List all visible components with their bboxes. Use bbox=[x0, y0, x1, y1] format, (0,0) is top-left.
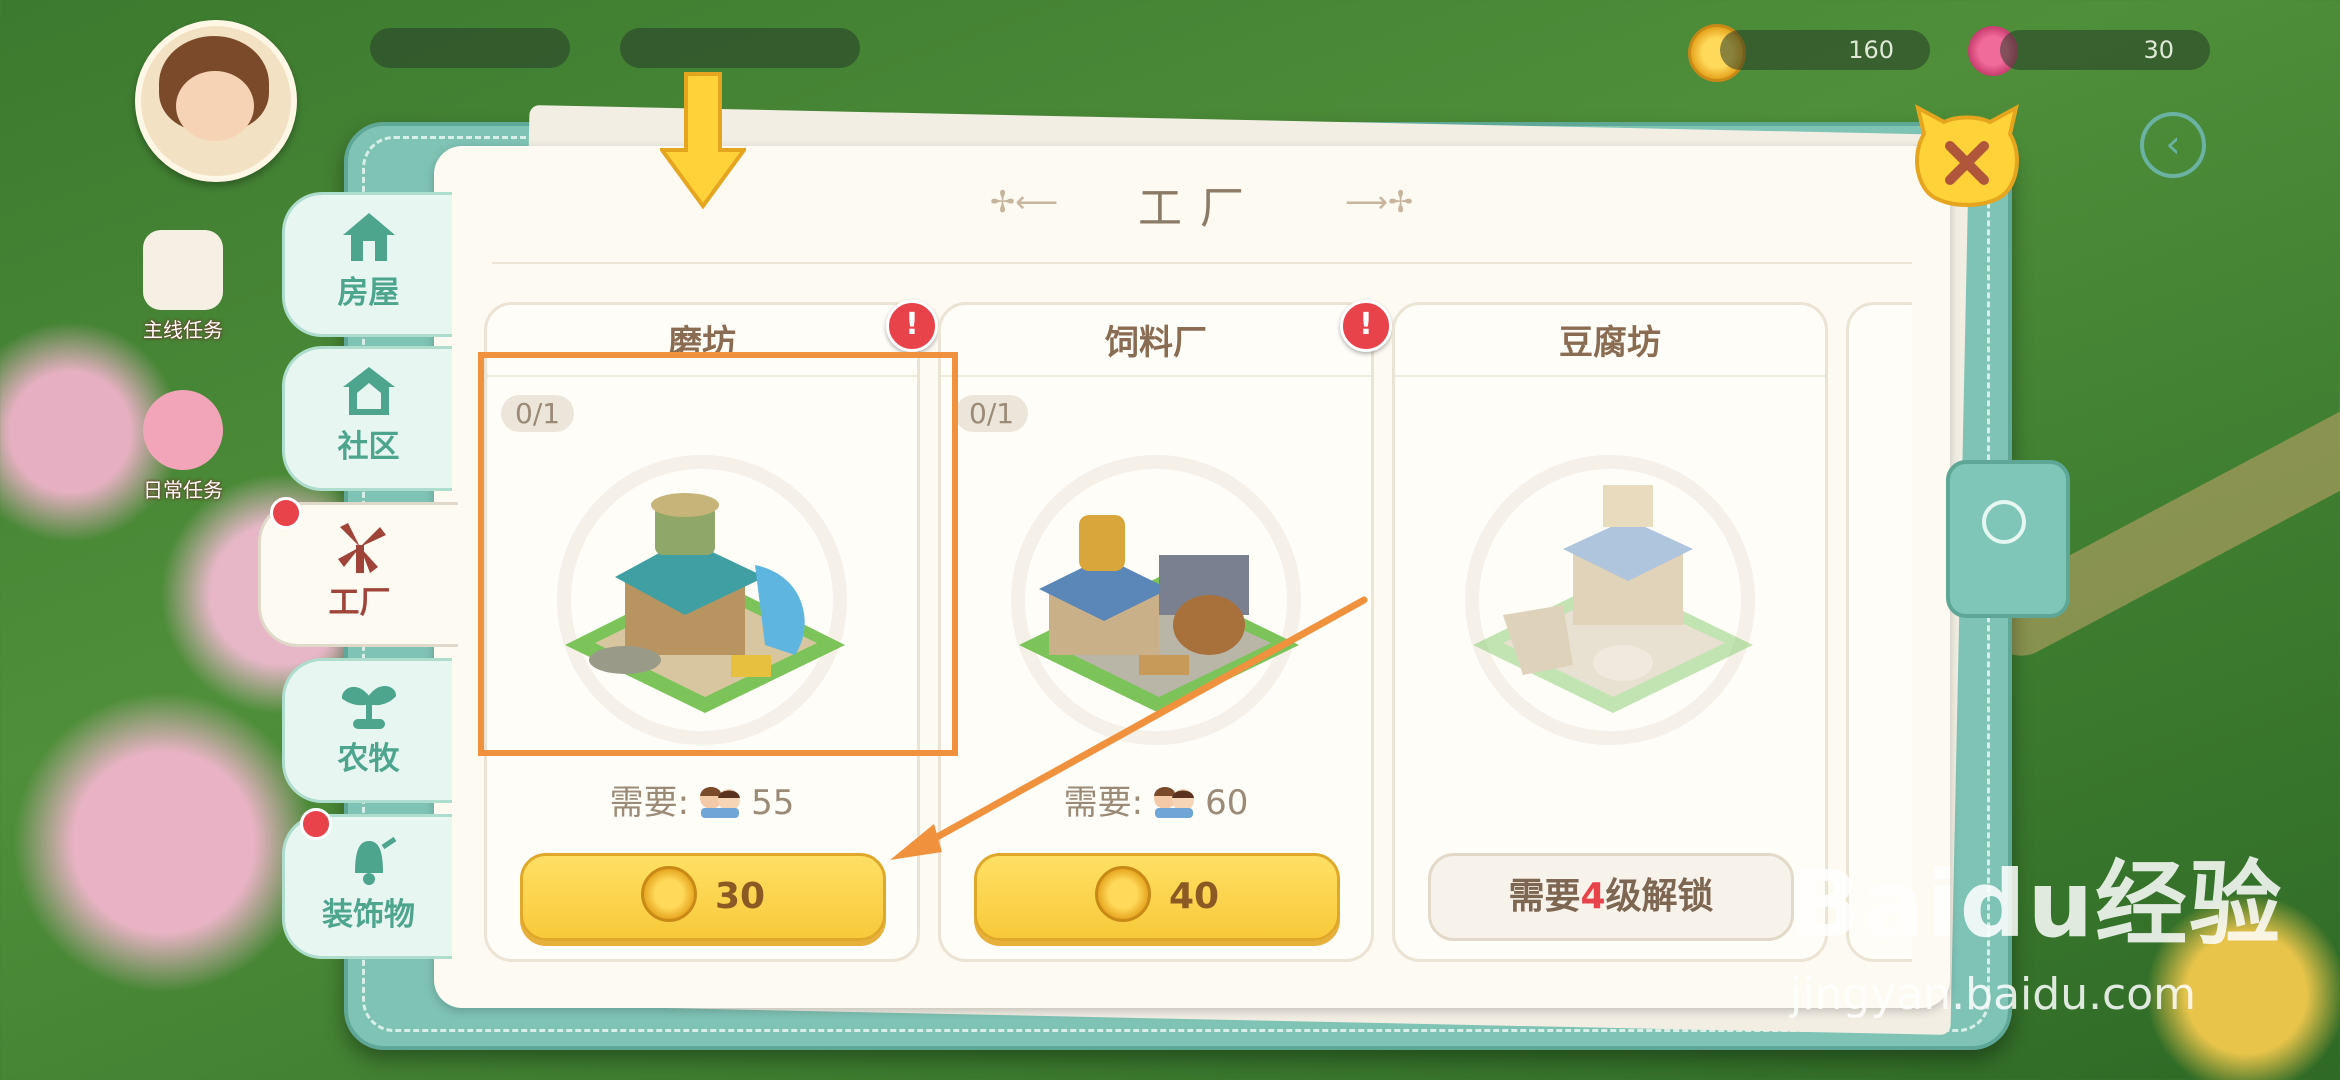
tab-farming[interactable]: 农牧 bbox=[282, 658, 452, 803]
tab-community[interactable]: 社区 bbox=[282, 346, 452, 491]
tofu-workshop-building-image bbox=[1473, 485, 1753, 713]
main-task-button[interactable]: 主线任务 bbox=[128, 230, 238, 343]
factory-tab-notification-dot bbox=[270, 497, 302, 529]
gem-counter: 30 bbox=[2000, 30, 2210, 70]
close-icon[interactable] bbox=[1910, 104, 2024, 208]
tutorial-down-arrow-icon bbox=[660, 72, 746, 210]
mill-alert-badge: ! bbox=[886, 300, 938, 352]
panel-ribbon-tab[interactable] bbox=[1946, 460, 2070, 618]
coin-counter: 160 bbox=[1720, 30, 1930, 70]
back-arrow-icon[interactable]: ‹ bbox=[2140, 112, 2206, 178]
unlock-requirement-button[interactable]: 需要4级解锁 bbox=[1428, 853, 1794, 941]
sprout-icon bbox=[341, 686, 396, 729]
bell-icon bbox=[354, 836, 396, 885]
tab-house[interactable]: 房屋 bbox=[282, 192, 452, 337]
buy-mill-button[interactable]: 30 bbox=[520, 853, 886, 941]
house-icon bbox=[342, 213, 395, 261]
coin-icon bbox=[640, 866, 697, 922]
flower-icon bbox=[143, 390, 223, 470]
feed-mill-alert-badge: ! bbox=[1340, 300, 1392, 352]
task-progress-bar bbox=[370, 28, 570, 68]
community-icon bbox=[342, 367, 395, 415]
requirement-row: 需要: 55 bbox=[609, 783, 795, 823]
baidu-watermark: Baidu经验 jingyan.baidu.com bbox=[1790, 851, 2284, 1020]
page-title: 工厂 bbox=[1138, 183, 1262, 234]
building-name: 饲料厂 bbox=[1105, 323, 1207, 363]
building-name: 豆腐坊 bbox=[1559, 323, 1661, 363]
windmill-icon bbox=[337, 523, 386, 573]
coin-icon bbox=[1094, 866, 1151, 922]
decoration-tab-notification-dot bbox=[300, 808, 332, 840]
building-card-tofu-workshop[interactable]: 豆腐坊 需要4级解锁 bbox=[1392, 302, 1828, 962]
hud-progress-bar-2 bbox=[620, 28, 860, 68]
daily-task-button[interactable]: 日常任务 bbox=[128, 390, 238, 503]
title-leaf-right-icon: ⟶✢ bbox=[1345, 185, 1414, 220]
build-count-badge: 0/1 bbox=[955, 395, 1029, 432]
tutorial-pointer-arrow-icon bbox=[890, 596, 1368, 860]
title-leaf-left-icon: ✢⟵ bbox=[990, 185, 1059, 220]
population-icon bbox=[695, 784, 745, 818]
player-avatar[interactable] bbox=[135, 20, 297, 182]
cow-icon bbox=[143, 230, 223, 310]
